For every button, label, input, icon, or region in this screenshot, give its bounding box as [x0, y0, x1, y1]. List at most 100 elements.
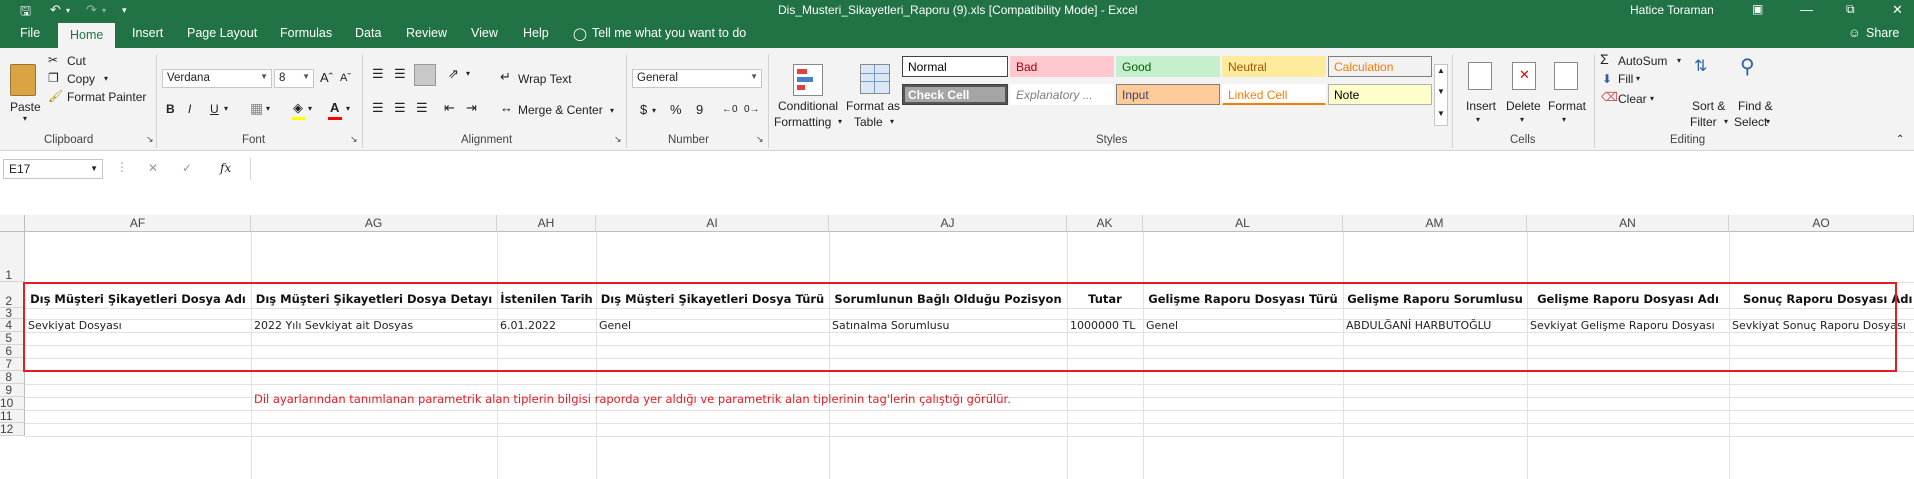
column-header-ai[interactable]: AI	[596, 215, 829, 232]
fill-color-dropdown-icon[interactable]: ▾	[308, 104, 312, 113]
tab-help[interactable]: Help	[523, 26, 549, 40]
merge-center-button[interactable]: Merge & Center	[518, 103, 603, 117]
borders-icon[interactable]: ▦	[250, 100, 263, 117]
column-header-aj[interactable]: AJ	[829, 215, 1067, 232]
row-header-5[interactable]: 5	[0, 332, 25, 345]
wrap-text-button[interactable]: Wrap Text	[518, 72, 572, 86]
borders-dropdown-icon[interactable]: ▾	[266, 104, 270, 113]
confirm-entry-icon[interactable]: ✓	[182, 161, 192, 175]
clear-dropdown-icon[interactable]: ▾	[1650, 94, 1654, 103]
minimize-icon[interactable]: —	[1800, 2, 1813, 17]
increase-indent-icon[interactable]: ⇥	[466, 100, 477, 116]
column-header-af[interactable]: AF	[25, 215, 251, 232]
paste-button[interactable]: Paste	[10, 100, 41, 114]
copy-dropdown-icon[interactable]: ▾	[104, 74, 108, 83]
paste-icon[interactable]	[10, 64, 36, 96]
sort-filter-dropdown-icon[interactable]: ▾	[1724, 117, 1728, 126]
decrease-font-icon[interactable]: Aˇ	[340, 72, 351, 84]
alignment-launcher-icon[interactable]: ↘	[614, 134, 622, 145]
cancel-entry-icon[interactable]: ✕	[148, 161, 158, 175]
format-as-table-label-2[interactable]: Table	[854, 115, 883, 129]
sort-filter-label-2[interactable]: Filter	[1690, 115, 1717, 129]
paste-dropdown-icon[interactable]: ▾	[23, 114, 27, 123]
format-as-table-dropdown-icon[interactable]: ▾	[890, 117, 894, 126]
cell-style-bad[interactable]: Bad	[1010, 56, 1114, 77]
cut-icon[interactable]: ✂	[48, 53, 58, 67]
decrease-decimal-icon[interactable]: 0→	[744, 104, 760, 115]
tab-home[interactable]: Home	[58, 23, 116, 48]
conditional-formatting-icon[interactable]	[793, 64, 823, 96]
fill-icon[interactable]: ⬇	[1602, 72, 1612, 86]
font-size-select[interactable]: 8 ▼	[274, 69, 314, 88]
share-icon[interactable]: ☺	[1848, 26, 1861, 40]
cell-style-note[interactable]: Note	[1328, 84, 1432, 105]
cell-style-check-cell[interactable]: Check Cell	[902, 84, 1008, 105]
tab-formulas[interactable]: Formulas	[280, 26, 332, 40]
cell-style-neutral[interactable]: Neutral	[1222, 56, 1326, 77]
wrap-text-icon[interactable]: ↵	[500, 69, 511, 85]
annotation-note[interactable]: Dil ayarlarından tanımlanan parametrik a…	[254, 392, 1011, 406]
delete-button[interactable]: Delete	[1506, 99, 1541, 113]
decrease-indent-icon[interactable]: ⇤	[444, 100, 455, 116]
styles-scroll[interactable]: ▲ ▼ ▼	[1434, 64, 1448, 126]
autosum-dropdown-icon[interactable]: ▾	[1677, 56, 1681, 65]
customize-toolbar-icon[interactable]: ▾	[122, 5, 127, 16]
sort-filter-icon[interactable]: ⇅	[1694, 56, 1707, 76]
format-as-table-icon[interactable]	[860, 64, 890, 94]
percent-button[interactable]: %	[670, 102, 682, 117]
find-select-label-2[interactable]: Select	[1734, 115, 1767, 129]
currency-dropdown-icon[interactable]: ▾	[652, 106, 656, 115]
cell-style-linked-cell[interactable]: Linked Cell	[1222, 84, 1326, 105]
merge-dropdown-icon[interactable]: ▾	[610, 106, 614, 115]
redo-dropdown-icon[interactable]: ▾	[102, 6, 106, 15]
fill-color-icon[interactable]: ◈	[293, 100, 303, 116]
font-name-select[interactable]: Verdana ▼	[162, 69, 272, 88]
cell-style-normal[interactable]: Normal	[902, 56, 1008, 77]
conditional-formatting-label[interactable]: Conditional	[778, 99, 838, 113]
insert-dropdown-icon[interactable]: ▾	[1476, 115, 1480, 124]
clear-button[interactable]: Clear	[1618, 92, 1647, 106]
collapse-ribbon-icon[interactable]: ⌃	[1896, 134, 1904, 145]
align-top-icon[interactable]: ☰	[372, 66, 384, 82]
column-header-ak[interactable]: AK	[1067, 215, 1143, 232]
tell-me-search[interactable]: Tell me what you want to do	[592, 26, 746, 40]
increase-font-icon[interactable]: Aˆ	[320, 70, 333, 85]
format-painter-button[interactable]: Format Painter	[67, 90, 146, 104]
user-name[interactable]: Hatice Toraman	[1630, 3, 1714, 17]
name-box[interactable]: E17 ▼	[3, 159, 103, 179]
bold-button[interactable]: B	[166, 102, 175, 116]
find-select-icon[interactable]: ⚲	[1740, 54, 1755, 79]
cell-style-calculation[interactable]: Calculation	[1328, 56, 1432, 77]
conditional-formatting-dropdown-icon[interactable]: ▾	[838, 117, 842, 126]
tab-review[interactable]: Review	[406, 26, 447, 40]
formula-input[interactable]	[250, 158, 1914, 180]
autosum-icon[interactable]: Σ	[1600, 51, 1609, 67]
copy-button[interactable]: Copy	[67, 72, 95, 86]
tab-file[interactable]: File	[20, 26, 40, 40]
find-select-dropdown-icon[interactable]: ▾	[1766, 117, 1770, 126]
insert-cells-icon[interactable]	[1468, 62, 1492, 90]
underline-dropdown-icon[interactable]: ▾	[224, 104, 228, 113]
align-bottom-button[interactable]	[414, 64, 436, 86]
tab-data[interactable]: Data	[355, 26, 381, 40]
row-header-1[interactable]: 1	[0, 232, 25, 282]
number-launcher-icon[interactable]: ↘	[756, 134, 764, 145]
tab-insert[interactable]: Insert	[132, 26, 163, 40]
font-color-icon[interactable]: A	[330, 100, 339, 115]
underline-button[interactable]: U	[210, 102, 219, 116]
format-painter-icon[interactable]: 🖌	[48, 89, 63, 103]
cell-style-good[interactable]: Good	[1116, 56, 1220, 77]
delete-dropdown-icon[interactable]: ▾	[1520, 115, 1524, 124]
sort-filter-button[interactable]: Sort &	[1692, 99, 1725, 113]
orientation-icon[interactable]: ⇗	[448, 66, 459, 82]
column-header-an[interactable]: AN	[1527, 215, 1729, 232]
align-right-icon[interactable]: ☰	[416, 100, 428, 116]
merge-center-icon[interactable]: ↔	[500, 100, 513, 115]
format-cells-icon[interactable]	[1554, 62, 1578, 90]
font-color-dropdown-icon[interactable]: ▾	[346, 104, 350, 113]
cut-button[interactable]: Cut	[67, 54, 86, 68]
insert-button[interactable]: Insert	[1466, 99, 1496, 113]
fill-dropdown-icon[interactable]: ▾	[1636, 74, 1640, 83]
column-header-al[interactable]: AL	[1143, 215, 1343, 232]
increase-decimal-icon[interactable]: ←0	[722, 104, 738, 115]
